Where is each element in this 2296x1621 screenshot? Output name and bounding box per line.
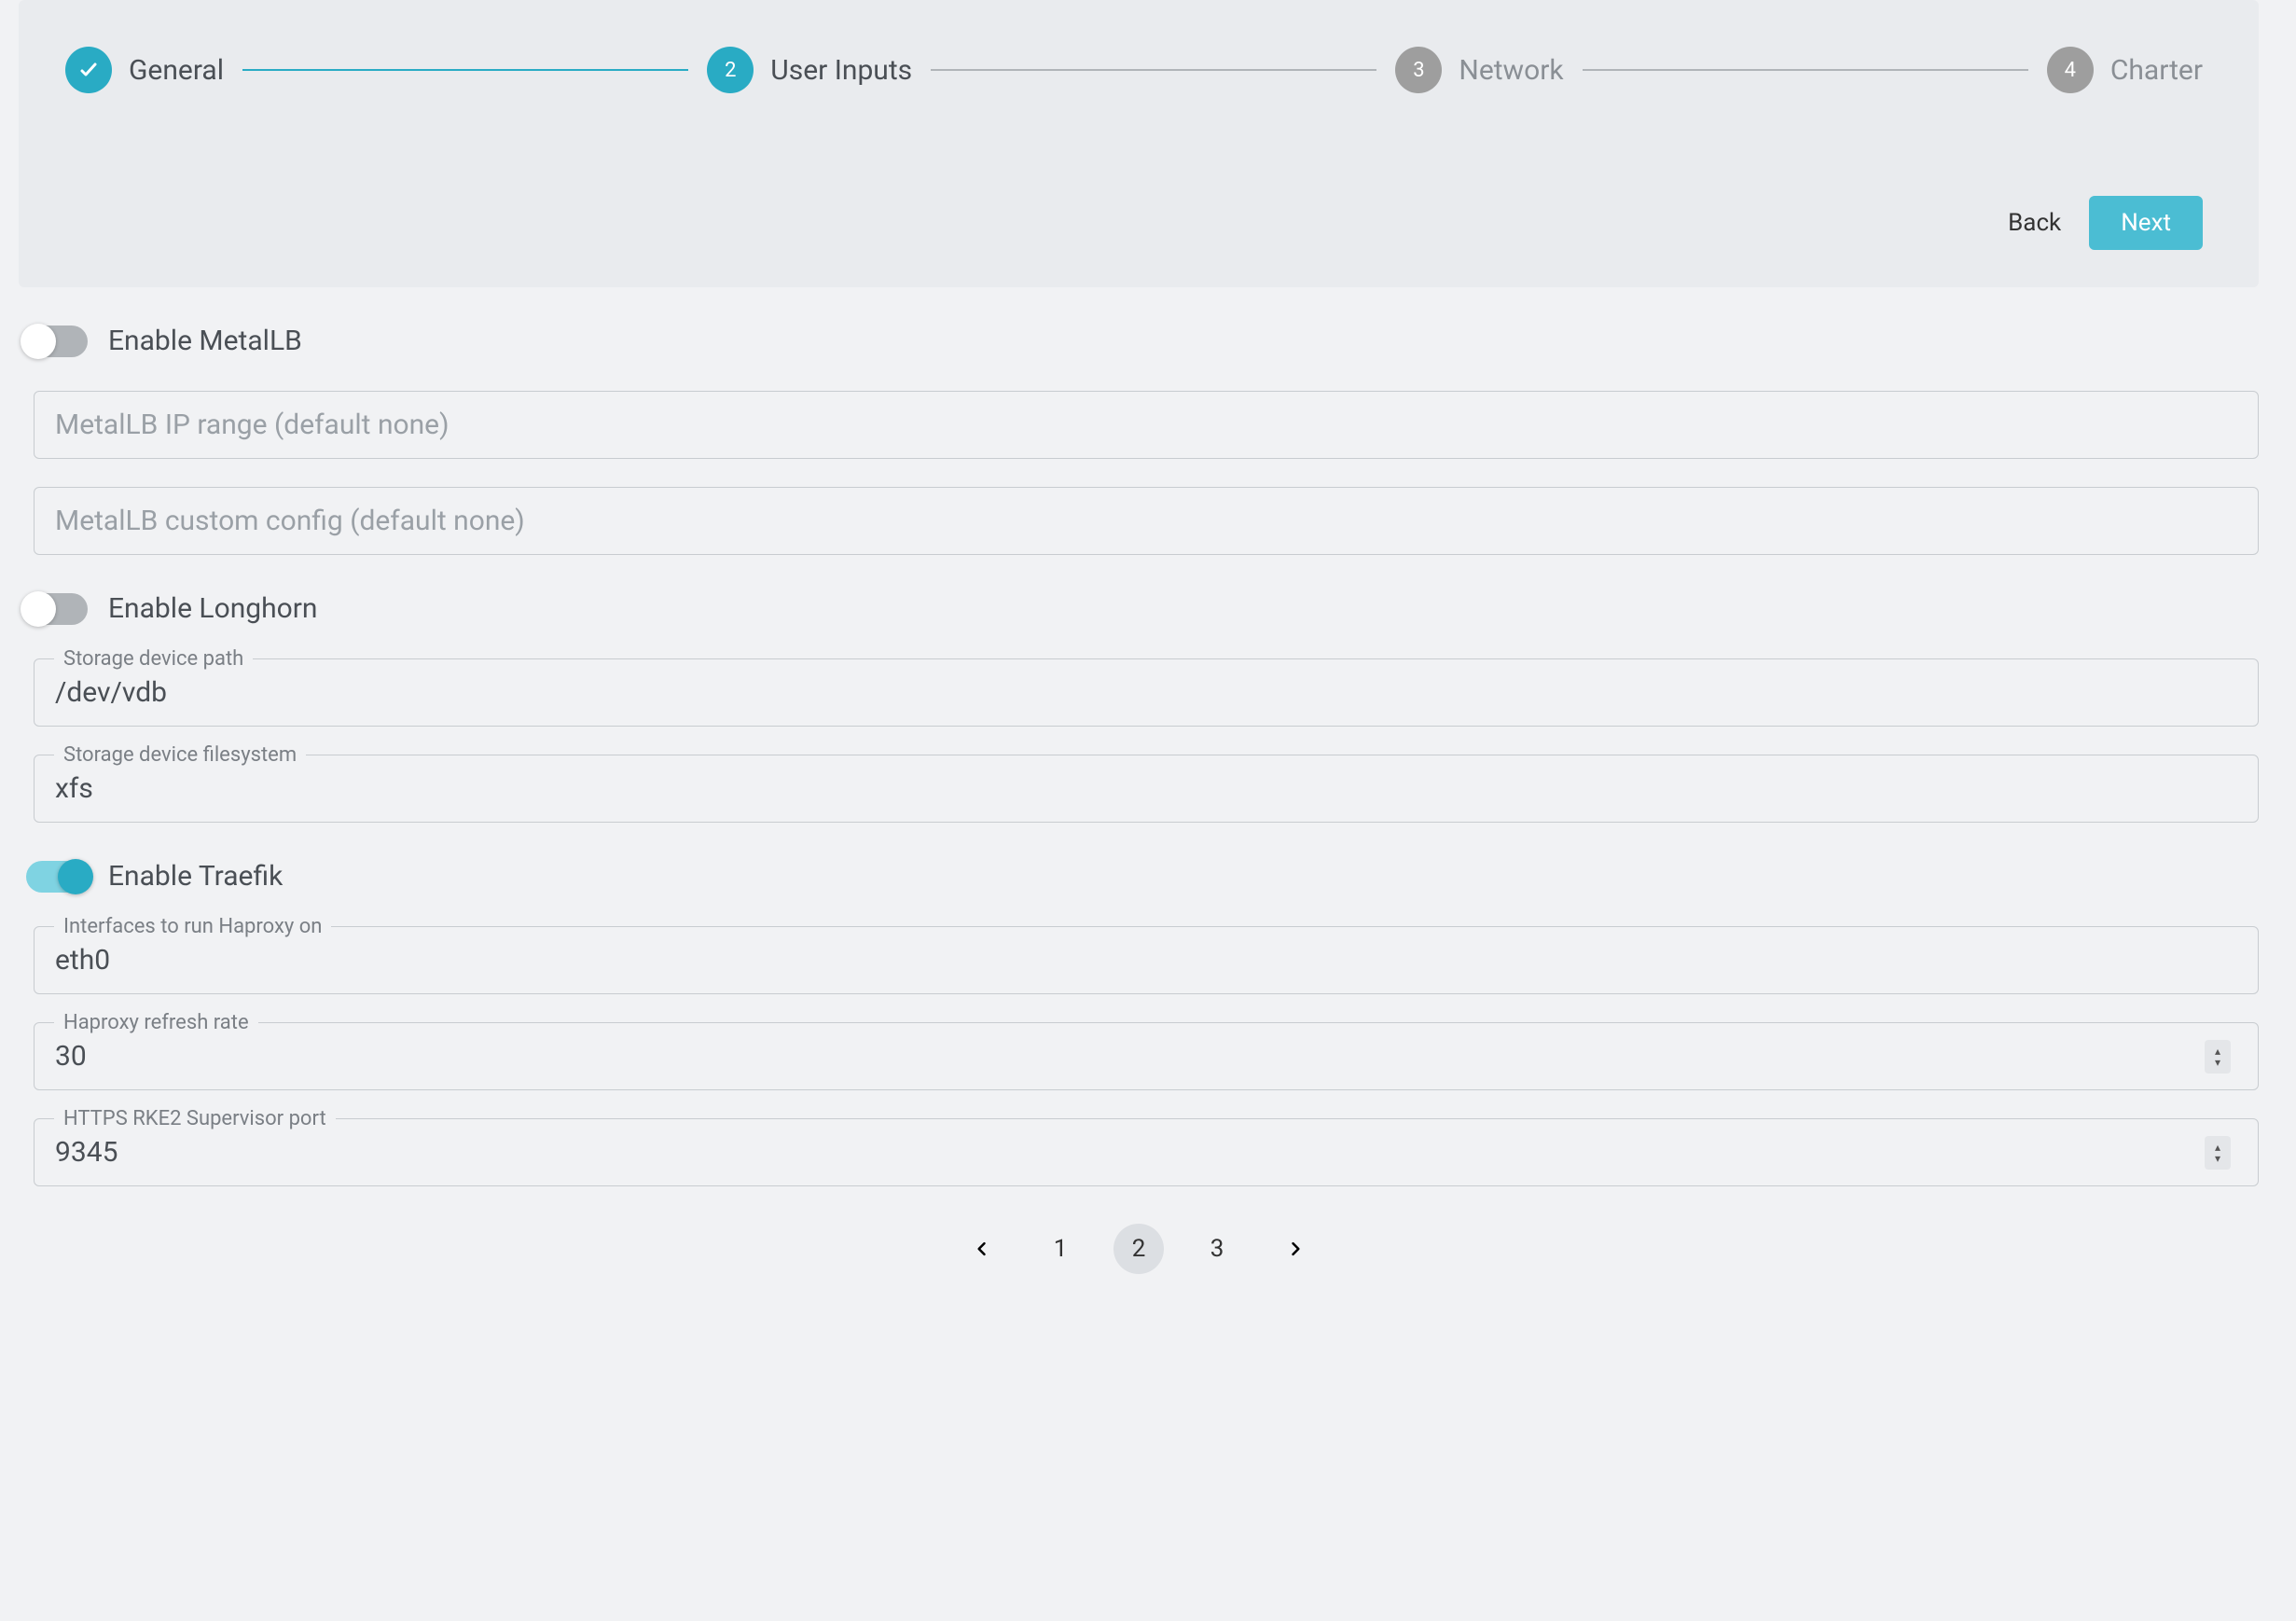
next-button[interactable]: Next	[2089, 196, 2203, 250]
pagination-page-1[interactable]: 1	[1035, 1224, 1086, 1274]
step-user-inputs[interactable]: 2 User Inputs	[707, 47, 912, 93]
stepper: General 2 User Inputs 3 Network 4	[65, 47, 2203, 93]
metallb-config-field	[19, 487, 2259, 555]
traefik-section: Enable Traefik Interfaces to run Haproxy…	[19, 860, 2259, 1186]
step-label: General	[129, 54, 224, 87]
storage-device-fs-field: Storage device filesystem	[19, 755, 2259, 823]
toggle-knob	[58, 859, 93, 894]
pagination-next[interactable]	[1270, 1224, 1321, 1274]
haproxy-interfaces-field: Interfaces to run Haproxy on	[19, 926, 2259, 994]
pagination: 1 2 3	[19, 1224, 2259, 1274]
enable-traefik-toggle[interactable]	[26, 861, 88, 893]
metallb-config-input[interactable]	[34, 487, 2259, 555]
step-number: 4	[2065, 59, 2076, 82]
field-label: Haproxy refresh rate	[54, 1011, 258, 1034]
metallb-ip-range-input[interactable]	[34, 391, 2259, 459]
step-circle-active: 2	[707, 47, 754, 93]
step-circle-pending: 4	[2047, 47, 2094, 93]
storage-device-path-input[interactable]	[34, 658, 2259, 727]
step-number: 3	[1413, 59, 1424, 82]
metallb-ip-range-field	[19, 391, 2259, 459]
stepper-connector	[242, 69, 688, 71]
supervisor-port-input[interactable]	[34, 1118, 2259, 1186]
step-general[interactable]: General	[65, 47, 224, 93]
field-label: Storage device filesystem	[54, 743, 306, 767]
check-icon	[77, 59, 100, 81]
step-charter[interactable]: 4 Charter	[2047, 47, 2203, 93]
number-stepper[interactable]: ▴▾	[2205, 1040, 2231, 1074]
haproxy-refresh-field: Haproxy refresh rate ▴▾	[19, 1022, 2259, 1090]
pagination-page-2[interactable]: 2	[1113, 1224, 1164, 1274]
step-circle-pending: 3	[1395, 47, 1442, 93]
chevron-down-icon: ▾	[2215, 1057, 2220, 1068]
stepper-connector	[1583, 69, 2028, 71]
toggle-label: Enable MetalLB	[108, 325, 302, 357]
toggle-knob	[21, 324, 56, 359]
stepper-card: General 2 User Inputs 3 Network 4	[19, 0, 2259, 287]
chevron-right-icon	[1286, 1240, 1305, 1258]
step-network[interactable]: 3 Network	[1395, 47, 1563, 93]
field-label: Storage device path	[54, 647, 253, 671]
longhorn-section: Enable Longhorn Storage device path Stor…	[19, 592, 2259, 823]
storage-device-fs-input[interactable]	[34, 755, 2259, 823]
step-circle-done	[65, 47, 112, 93]
step-label: User Inputs	[770, 54, 912, 87]
step-number: 2	[725, 59, 736, 82]
toggle-label: Enable Traefik	[108, 860, 283, 893]
toggle-knob	[21, 591, 56, 627]
toggle-row-traefik: Enable Traefik	[19, 860, 2259, 893]
metallb-section: Enable MetalLB	[19, 325, 2259, 555]
number-stepper[interactable]: ▴▾	[2205, 1136, 2231, 1170]
enable-longhorn-toggle[interactable]	[26, 593, 88, 625]
toggle-row-longhorn: Enable Longhorn	[19, 592, 2259, 625]
supervisor-port-field: HTTPS RKE2 Supervisor port ▴▾	[19, 1118, 2259, 1186]
pagination-page-3[interactable]: 3	[1192, 1224, 1242, 1274]
enable-metallb-toggle[interactable]	[26, 326, 88, 357]
haproxy-interfaces-input[interactable]	[34, 926, 2259, 994]
chevron-left-icon	[973, 1240, 991, 1258]
toggle-label: Enable Longhorn	[108, 592, 317, 625]
storage-device-path-field: Storage device path	[19, 658, 2259, 727]
field-label: HTTPS RKE2 Supervisor port	[54, 1107, 336, 1130]
step-label: Charter	[2110, 54, 2203, 87]
pagination-prev[interactable]	[957, 1224, 1007, 1274]
field-label: Interfaces to run Haproxy on	[54, 915, 331, 938]
toggle-row-metallb: Enable MetalLB	[19, 325, 2259, 357]
stepper-connector	[931, 69, 1376, 71]
haproxy-refresh-input[interactable]	[34, 1022, 2259, 1090]
back-button[interactable]: Back	[2008, 209, 2061, 237]
step-label: Network	[1459, 54, 1563, 87]
chevron-down-icon: ▾	[2215, 1153, 2220, 1164]
stepper-actions: Back Next	[65, 196, 2203, 250]
